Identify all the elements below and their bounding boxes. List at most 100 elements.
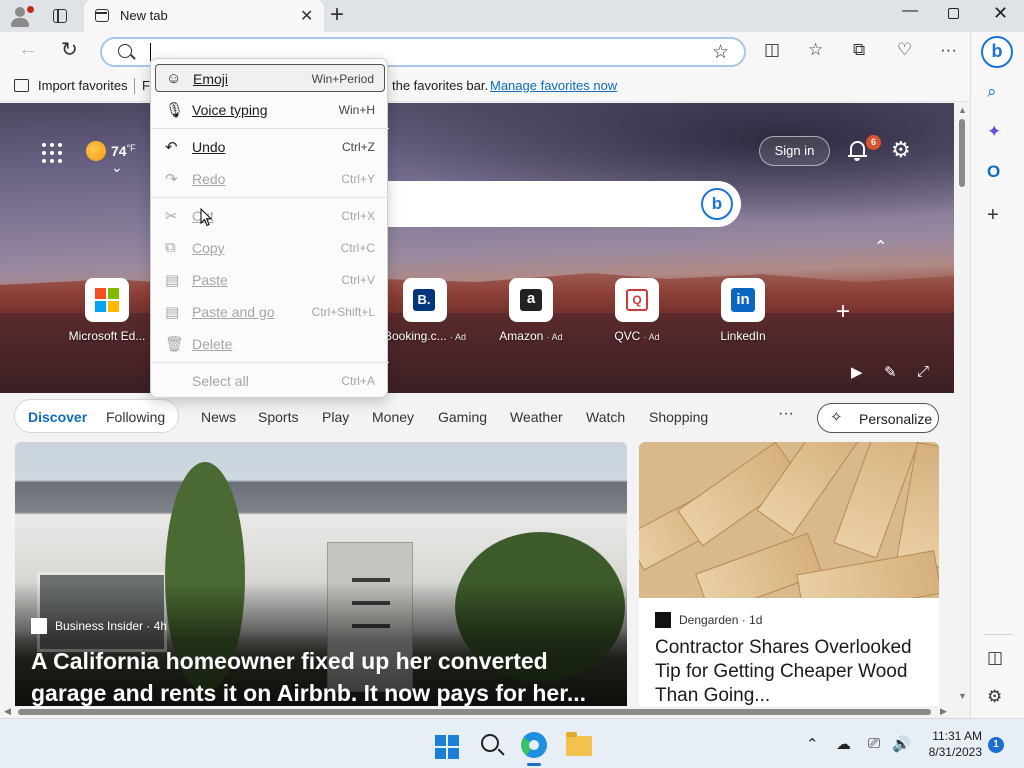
tab-shopping[interactable]: Shopping [649, 409, 708, 425]
tab-gaming[interactable]: Gaming [438, 409, 487, 425]
close-window-button[interactable]: ✕ [993, 3, 1008, 24]
scroll-up-arrow-icon[interactable]: ▲ [958, 105, 967, 115]
menu-item-paste-and-go[interactable]: ▤ Paste and go Ctrl+Shift+L [155, 298, 385, 326]
horizontal-scroll-thumb[interactable] [18, 709, 931, 715]
menu-item-copy[interactable]: ⧉ Copy Ctrl+C [155, 234, 385, 262]
restore-button[interactable] [948, 4, 959, 24]
news-card-side[interactable]: Dengarden · 1d Contractor Shares Overloo… [639, 442, 939, 706]
tray-network-icon[interactable]: ⎚ [868, 735, 880, 752]
menu-item-paste[interactable]: ▤ Paste Ctrl+V [155, 266, 385, 294]
more-categories-button[interactable]: ··· [778, 405, 794, 423]
tab-close-icon[interactable]: ✕ [300, 6, 313, 26]
menu-item-emoji[interactable]: ☺ Emoji Win+Period [155, 64, 385, 92]
menu-item-shortcut: Ctrl+V [341, 273, 375, 287]
tab-actions-icon[interactable] [46, 6, 74, 26]
tab-weather[interactable]: Weather [510, 409, 563, 425]
favbar-divider [134, 78, 135, 94]
personalize-button[interactable]: ✧ Personalize [817, 403, 939, 433]
tab-news[interactable]: News [201, 409, 236, 425]
tray-overflow-chevron-icon[interactable]: ⌃ [806, 735, 819, 753]
tile-qvc[interactable]: Q QVC · Ad [592, 278, 682, 343]
bing-icon[interactable]: b [701, 188, 733, 220]
scroll-left-arrow-icon[interactable]: ◀ [4, 706, 11, 717]
tab-watch[interactable]: Watch [586, 409, 625, 425]
menu-item-voice-typing[interactable]: 🎙 Voice typing Win+H [155, 96, 385, 124]
tray-weather-icon[interactable]: ☁ [836, 735, 851, 753]
bing-chat-button[interactable]: b [981, 36, 1013, 68]
tab-money[interactable]: Money [372, 409, 414, 425]
favbar-partial-item[interactable]: F [142, 78, 150, 93]
sidebar-settings-icon[interactable]: ⚙ [987, 687, 1002, 707]
tab-discover[interactable]: Discover [28, 409, 87, 425]
menu-item-undo[interactable]: ↶ Undo Ctrl+Z [155, 133, 385, 161]
collections-icon[interactable]: ⧉ [853, 40, 865, 60]
web-search-box[interactable]: b [378, 181, 741, 227]
scroll-right-arrow-icon[interactable]: ▶ [940, 706, 947, 717]
scroll-thumb[interactable] [959, 119, 965, 187]
clock-date[interactable]: 8/31/2023 [922, 745, 982, 759]
horizontal-scrollbar[interactable]: ◀ ▶ [0, 706, 954, 718]
menu-item-delete[interactable]: 🗑 Delete [155, 330, 385, 358]
manage-favorites-link[interactable]: Manage favorites now [490, 78, 617, 93]
file-explorer-icon[interactable] [566, 732, 592, 756]
tab-new-tab[interactable]: New tab ✕ [84, 0, 324, 32]
apps-launcher-icon[interactable] [42, 143, 62, 163]
tab-sports[interactable]: Sports [258, 409, 298, 425]
minimize-button[interactable]: — [902, 2, 918, 20]
tab-play[interactable]: Play [322, 409, 349, 425]
add-favorite-star-icon[interactable]: ☆ [712, 41, 729, 64]
play-video-icon[interactable]: ▶ [851, 363, 863, 381]
favorites-bar: Import favorites F the favorites bar. Ma… [0, 70, 970, 102]
collapse-quick-links-icon[interactable]: ⌃ [874, 237, 887, 257]
settings-and-more-icon[interactable]: ··· [940, 40, 957, 60]
refresh-button[interactable]: ↻ [61, 37, 78, 62]
card-headline[interactable]: Contractor Shares Overlooked Tip for Get… [655, 636, 927, 706]
card-headline[interactable]: A California homeowner fixed up her conv… [31, 645, 611, 706]
tile-booking[interactable]: B. Booking.c... · Ad [380, 278, 470, 343]
split-screen-icon[interactable]: ◫ [764, 40, 780, 60]
profile-icon[interactable] [8, 4, 34, 28]
tray-volume-icon[interactable]: 🔊 [892, 735, 911, 753]
favorites-icon[interactable]: ☆ [808, 40, 823, 60]
scissors-icon: ✂ [165, 208, 178, 225]
notifications-bell-icon[interactable] [848, 139, 867, 161]
ad-label: · Ad [643, 332, 660, 342]
expand-background-icon[interactable]: ⤢ [917, 363, 929, 380]
page-settings-gear-icon[interactable]: ⚙ [891, 137, 911, 163]
sidebar-add-icon[interactable]: + [987, 204, 999, 227]
taskbar-search-icon[interactable] [481, 734, 499, 752]
ad-label: · Ad [546, 332, 563, 342]
weather-caret-icon: ⌄ [111, 159, 123, 175]
start-windows-icon[interactable] [435, 735, 459, 759]
taskbar-edge-icon[interactable] [521, 732, 547, 758]
favbar-message: the favorites bar. [392, 78, 489, 93]
tile-label-text: LinkedIn [720, 329, 766, 343]
tile-amazon[interactable]: a Amazon · Ad [486, 278, 576, 343]
sidebar-copilot-icon[interactable]: ✦ [987, 122, 1001, 142]
menu-item-cut[interactable]: ✂ Cut Ctrl+X [155, 202, 385, 230]
scroll-down-arrow-icon[interactable]: ▼ [958, 691, 967, 701]
tile-label: LinkedIn [698, 329, 788, 343]
clock-time[interactable]: 11:31 AM [928, 729, 982, 743]
menu-item-redo[interactable]: ↷ Redo Ctrl+Y [155, 165, 385, 193]
tab-following[interactable]: Following [106, 409, 165, 425]
edit-background-icon[interactable]: ✎ [884, 363, 897, 381]
browser-essentials-icon[interactable]: ♡ [897, 40, 912, 60]
import-icon [14, 79, 29, 92]
tab-title: New tab [120, 8, 168, 23]
notification-center-badge[interactable]: 1 [988, 737, 1004, 753]
sidebar-panel-icon[interactable]: ◫ [987, 648, 1003, 668]
temperature-value: 74 [111, 143, 127, 159]
news-card-main[interactable]: Business Insider · 4h A California homeo… [15, 442, 627, 706]
add-quick-link-icon[interactable]: + [836, 298, 850, 326]
sidebar-search-icon[interactable]: ⌕ [987, 82, 997, 102]
sign-in-button[interactable]: Sign in [759, 136, 830, 166]
tile-linkedin[interactable]: in LinkedIn [698, 278, 788, 343]
menu-item-select-all[interactable]: Select all Ctrl+A [155, 367, 385, 395]
back-button[interactable]: ← [18, 38, 38, 61]
vertical-scrollbar[interactable]: ▲ ▼ [954, 103, 970, 706]
new-tab-button[interactable]: + [330, 3, 344, 27]
import-favorites-link[interactable]: Import favorites [38, 78, 128, 93]
tile-microsoft-edge[interactable]: Microsoft Ed... [62, 278, 152, 343]
sidebar-outlook-icon[interactable]: O [987, 162, 1000, 182]
